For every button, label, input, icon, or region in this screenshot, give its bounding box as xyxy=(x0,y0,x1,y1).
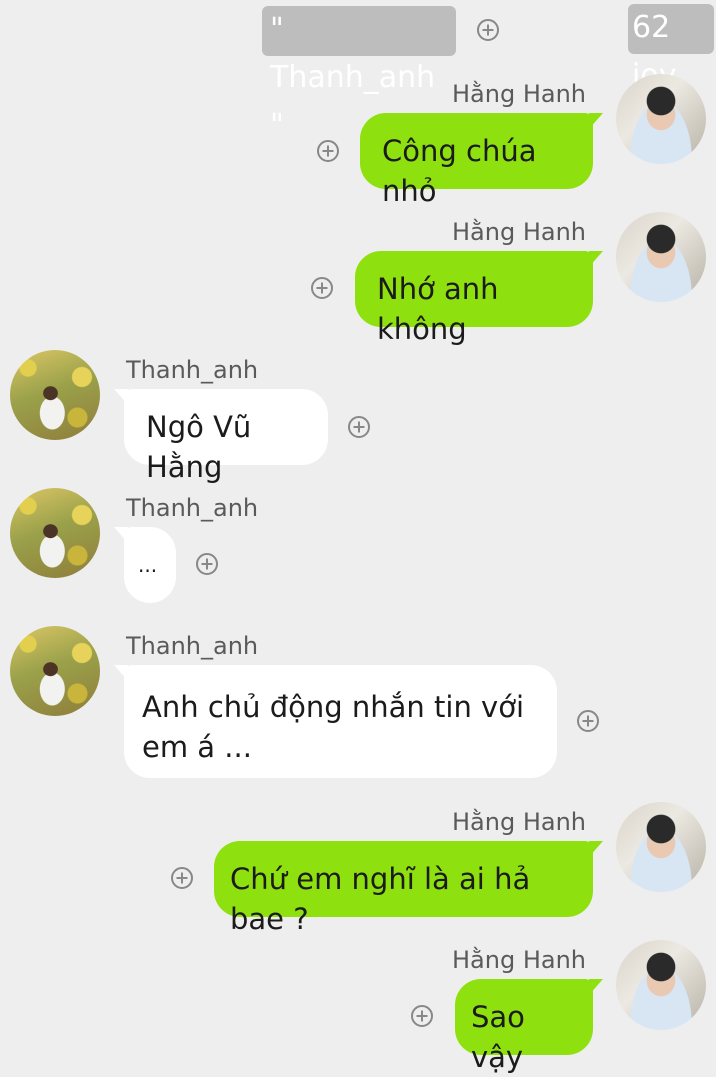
add-reaction-icon[interactable] xyxy=(311,277,333,299)
add-reaction-icon[interactable] xyxy=(411,1005,433,1027)
sender-avatar[interactable] xyxy=(616,802,706,892)
sender-name: Thanh_anh xyxy=(126,494,259,522)
add-reaction-icon[interactable] xyxy=(196,553,218,575)
conversation-title-tag[interactable]: " Thanh_anh " xyxy=(262,6,456,143)
sender-avatar[interactable] xyxy=(616,212,706,302)
message-bubble[interactable]: ... xyxy=(114,527,176,603)
sender-name: Hằng Hanh xyxy=(451,946,586,974)
message-bubble[interactable]: Sao vậy xyxy=(455,979,603,1074)
sender-name: Thanh_anh xyxy=(126,632,259,660)
add-reaction-icon[interactable] xyxy=(577,710,599,732)
joy-count-tag: 62 joy xyxy=(628,4,714,93)
add-reaction-icon[interactable] xyxy=(348,416,370,438)
sender-name: Thanh_anh xyxy=(126,356,259,384)
sender-name: Hằng Hanh xyxy=(451,808,586,836)
message-bubble[interactable]: Chứ em nghĩ là ai hả bae ? xyxy=(214,841,603,936)
message-bubble[interactable]: Ngô Vũ Hằng xyxy=(114,389,328,484)
sender-avatar[interactable] xyxy=(616,74,706,164)
sender-avatar[interactable] xyxy=(10,350,100,440)
sender-name: Hằng Hanh xyxy=(451,218,586,246)
add-reaction-icon[interactable] xyxy=(171,867,193,889)
add-reaction-icon[interactable] xyxy=(317,140,339,162)
message-bubble[interactable]: Nhớ anh không xyxy=(355,251,603,346)
message-bubble[interactable]: Công chúa nhỏ xyxy=(360,113,603,208)
sender-avatar[interactable] xyxy=(10,626,100,716)
sender-avatar[interactable] xyxy=(616,940,706,1030)
sender-avatar[interactable] xyxy=(10,488,100,578)
sender-name: Hằng Hanh xyxy=(451,80,586,108)
add-icon[interactable] xyxy=(477,19,499,41)
message-bubble[interactable]: Anh chủ động nhắn tin với em á ... xyxy=(114,665,557,778)
